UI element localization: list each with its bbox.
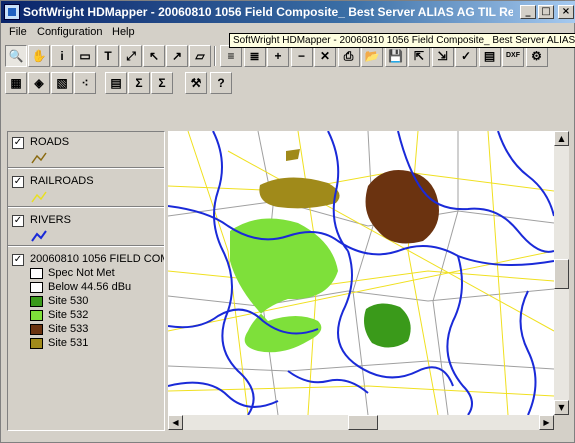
horizontal-scrollbar[interactable]: ◀ ▶	[168, 415, 554, 430]
site-531-patch	[286, 149, 300, 161]
site-531-region	[259, 177, 340, 209]
legend-swatch-label: Site 533	[48, 323, 89, 335]
legend-swatch-label: Site 530	[48, 295, 89, 307]
app-icon[interactable]	[4, 4, 20, 20]
legend-swatch-label: Spec Not Met	[48, 267, 115, 279]
roads-checkbox[interactable]: ✓	[12, 137, 24, 149]
label-tool[interactable]: ▭	[74, 45, 96, 67]
scroll-up-button[interactable]: ▲	[554, 131, 569, 146]
settings-button[interactable]: ⚙	[525, 45, 548, 67]
title-tooltip: SoftWright HDMapper - 20060810 1056 Fiel…	[229, 33, 575, 48]
site-533-region	[365, 170, 439, 244]
sum-layer-button[interactable]: Σ	[151, 72, 173, 94]
help-button[interactable]: ?	[210, 72, 232, 94]
tools-button[interactable]: ⚒	[185, 72, 207, 94]
legend-swatch-label: Site 532	[48, 309, 89, 321]
layers-add-button[interactable]: ≡	[220, 45, 242, 67]
legend-swatch	[30, 338, 43, 349]
toolbar-separator	[214, 46, 216, 66]
title-bar[interactable]: SoftWright HDMapper - 20060810 1056 Fiel…	[1, 1, 575, 23]
close-button[interactable]: ×	[558, 5, 574, 19]
zoom-in-button[interactable]: +	[267, 45, 289, 67]
zoom-tool[interactable]: 🔍	[5, 45, 27, 67]
roads-label: ROADS	[30, 136, 70, 148]
node-edit-tool[interactable]: ↗	[166, 45, 188, 67]
select-arrow-tool[interactable]: ↖	[143, 45, 165, 67]
table-button[interactable]: ▤	[105, 72, 127, 94]
export-button[interactable]: ⇱	[408, 45, 430, 67]
railroads-label: RAILROADS	[30, 175, 94, 187]
legend-divider	[8, 167, 164, 169]
railroad-symbol-icon	[31, 191, 47, 203]
legend-swatch	[30, 310, 43, 321]
layer-red-button[interactable]: ▦	[5, 72, 27, 94]
open-button[interactable]: 📂	[361, 45, 383, 67]
region-tool[interactable]: ▱	[189, 45, 211, 67]
railroads-checkbox[interactable]: ✓	[12, 176, 24, 188]
layer-legend-panel: ✓ ROADS ✓ RAILROADS ✓ RIVERS ✓ 20060810 …	[7, 131, 165, 431]
dxf-button[interactable]: DXF	[502, 45, 524, 67]
layer-stack-button[interactable]: ◈	[28, 72, 50, 94]
map-canvas[interactable]	[168, 131, 554, 415]
minimize-button[interactable]: _	[520, 5, 536, 19]
pan-hand-tool[interactable]: ✋	[28, 45, 50, 67]
vertical-scroll-thumb[interactable]	[554, 259, 569, 289]
county-borders	[168, 131, 554, 415]
scroll-left-button[interactable]: ◀	[168, 415, 183, 430]
export-map-button[interactable]: ⇲	[431, 45, 454, 67]
scroll-down-button[interactable]: ▼	[554, 400, 569, 415]
toolbar-row-2: ▦ ◈ ▧ ⁖ ▤ Σ Σ ⚒?	[1, 71, 575, 97]
database-button[interactable]: ▤	[478, 45, 501, 67]
legend-swatch	[30, 268, 43, 279]
coverage-label: 20060810 1056 FIELD COMP	[30, 253, 165, 265]
legend-divider	[8, 245, 164, 247]
menu-help[interactable]: Help	[112, 26, 135, 38]
check-layer-button[interactable]: ✓	[455, 45, 477, 67]
window-title: SoftWright HDMapper - 20060810 1056 Fiel…	[23, 5, 513, 19]
zoom-out-button[interactable]: −	[290, 45, 313, 67]
layers-manage-button[interactable]: ≣	[243, 45, 266, 67]
scrollbar-corner	[554, 415, 569, 430]
site-530-region	[364, 303, 411, 348]
legend-swatch	[30, 296, 43, 307]
horizontal-scroll-thumb[interactable]	[348, 415, 378, 430]
vertical-scrollbar[interactable]: ▲ ▼	[554, 131, 569, 415]
info-tool[interactable]: i	[51, 45, 73, 67]
rivers-label: RIVERS	[30, 214, 71, 226]
print-button[interactable]: ⎙	[337, 45, 360, 67]
river-symbol-icon	[31, 230, 47, 242]
river-lines	[168, 131, 554, 415]
legend-swatch-label: Below 44.56 dBu	[48, 281, 132, 293]
coverage-map[interactable]	[168, 131, 554, 415]
scroll-right-button[interactable]: ▶	[539, 415, 554, 430]
app-window: SoftWright HDMapper - 20060810 1056 Fiel…	[0, 0, 575, 443]
rivers-checkbox[interactable]: ✓	[12, 215, 24, 227]
layer-yellow-button[interactable]: ▧	[51, 72, 73, 94]
save-button[interactable]: 💾	[384, 45, 407, 67]
zoom-cancel-button[interactable]: ✕	[314, 45, 336, 67]
text-tool[interactable]: T	[97, 45, 119, 67]
menu-configuration[interactable]: Configuration	[37, 26, 102, 38]
line-tool[interactable]: ⤢	[120, 45, 142, 67]
road-symbol-icon	[31, 152, 47, 164]
legend-swatch	[30, 324, 43, 335]
legend-divider	[8, 206, 164, 208]
road-lines	[168, 131, 554, 415]
menu-file[interactable]: File	[9, 26, 27, 38]
maximize-button[interactable]: □	[538, 5, 554, 19]
points-button[interactable]: ⁖	[74, 72, 96, 94]
legend-swatch	[30, 282, 43, 293]
coverage-checkbox[interactable]: ✓	[12, 254, 24, 266]
legend-swatch-label: Site 531	[48, 337, 89, 349]
sum-button[interactable]: Σ	[128, 72, 150, 94]
